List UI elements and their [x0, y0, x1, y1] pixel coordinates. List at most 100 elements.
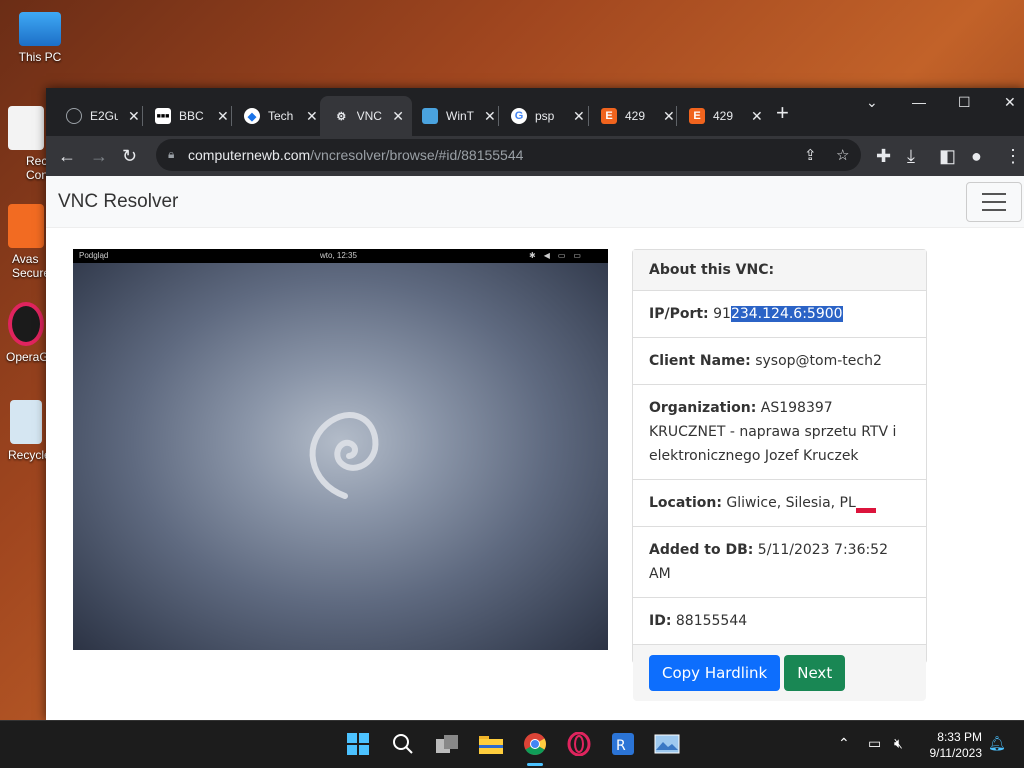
card-header: About this VNC:: [633, 250, 926, 291]
tab-429-2[interactable]: E 429 ✕: [675, 96, 771, 136]
poland-flag-icon: [855, 508, 876, 513]
close-icon[interactable]: ✕: [306, 108, 318, 125]
close-window-button[interactable]: ✕: [1004, 94, 1016, 111]
address-bar[interactable]: 🔒︎ computernewb.com/vncresolver/browse/#…: [156, 139, 861, 171]
chrome-icon[interactable]: [522, 731, 548, 757]
hamburger-line: [982, 201, 1006, 203]
id-row: ID: 88155544: [633, 598, 926, 645]
brand-link[interactable]: VNC Resolver: [58, 191, 178, 213]
close-icon[interactable]: ✕: [751, 108, 763, 125]
tab-e2gu[interactable]: E2Gu ✕: [52, 96, 148, 136]
organization-row: Organization: AS198397 KRUCZNET - napraw…: [633, 385, 926, 480]
browser-toolbar: ← → ↻ 🔒︎ computernewb.com/vncresolver/br…: [46, 136, 1024, 176]
close-icon[interactable]: ✕: [573, 108, 585, 125]
etsy-icon: E: [689, 108, 705, 124]
ip-port-selected-text: 234.124.6:5900: [730, 306, 843, 322]
volume-muted-icon[interactable]: 🔇︎: [894, 735, 903, 752]
lock-icon: 🔒︎: [168, 147, 175, 161]
vnc-panel-clock: wto, 12:35: [320, 251, 357, 260]
search-icon[interactable]: [390, 731, 416, 757]
ip-port-label: IP/Port:: [649, 306, 709, 322]
location-value: Gliwice, Silesia, PL: [726, 495, 856, 511]
tab-wint[interactable]: WinT ✕: [408, 96, 504, 136]
next-button[interactable]: Next: [784, 655, 846, 691]
start-windows-icon[interactable]: [345, 731, 371, 757]
taskbar-clock[interactable]: 8:33 PM 9/11/2023: [930, 729, 983, 761]
tab-title: psp: [535, 109, 555, 123]
web-page: VNC Resolver Podgląd wto, 12:35 ✱◀▭▭ Abo…: [46, 176, 1024, 720]
notification-bell-icon[interactable]: 🔔︎: [988, 735, 1006, 752]
reload-button[interactable]: ↻: [122, 146, 137, 166]
vnc-panel-left-label: Podgląd: [79, 251, 109, 260]
close-icon[interactable]: ✕: [217, 108, 229, 125]
remote-desktop-icon[interactable]: R: [610, 731, 636, 757]
share-icon[interactable]: ⇪: [804, 146, 817, 164]
vnc-icon: ⚙: [336, 110, 347, 123]
navbar: VNC Resolver: [46, 176, 1024, 228]
side-panel-icon[interactable]: ◧: [939, 146, 956, 166]
minimize-button[interactable]: —: [912, 94, 926, 110]
desktop-icon-label: This PC: [18, 50, 62, 64]
document-icon: [8, 106, 44, 150]
hamburger-line: [982, 193, 1006, 195]
close-icon[interactable]: ✕: [484, 108, 496, 125]
task-view-icon[interactable]: [434, 731, 460, 757]
tab-title: VNC: [356, 109, 382, 123]
monitor-icon: [19, 12, 61, 46]
tab-search-icon[interactable]: ⌄: [866, 94, 878, 111]
client-name-value: sysop@tom-tech2: [755, 353, 882, 369]
tab-vnc[interactable]: ⚙ VNC ✕: [320, 96, 412, 136]
tab-title: 429: [713, 109, 734, 123]
maximize-button[interactable]: ☐: [958, 94, 971, 111]
chevron-up-icon[interactable]: ⌃: [838, 735, 850, 752]
svg-text:R: R: [616, 738, 626, 754]
bookmark-star-icon[interactable]: ☆: [836, 146, 849, 164]
debian-swirl-logo: [309, 412, 379, 499]
vnc-top-panel: Podgląd wto, 12:35 ✱◀▭▭: [73, 249, 608, 263]
win-icon: [422, 108, 438, 124]
tab-title: Tech: [268, 109, 294, 123]
tab-429-1[interactable]: E 429 ✕: [587, 96, 683, 136]
vnc-screenshot: Podgląd wto, 12:35 ✱◀▭▭: [73, 249, 608, 650]
network-icon[interactable]: ▭: [868, 735, 881, 752]
photos-icon[interactable]: [654, 731, 680, 757]
tab-tech[interactable]: ◆ Tech ✕: [230, 96, 326, 136]
vnc-panel-status-icons: ✱◀▭▭: [529, 251, 589, 260]
navbar-toggler-button[interactable]: [966, 182, 1022, 222]
url-text[interactable]: computernewb.com/vncresolver/browse/#id/…: [188, 147, 523, 163]
close-icon[interactable]: ✕: [663, 108, 675, 125]
url-domain: computernewb.com: [188, 147, 311, 163]
back-button[interactable]: ←: [58, 146, 76, 166]
ip-port-prefix: 91: [713, 306, 731, 322]
avast-icon: [8, 204, 44, 248]
close-icon[interactable]: ✕: [392, 108, 404, 125]
tab-bbc[interactable]: ■■■ BBC ✕: [141, 96, 237, 136]
client-name-row: Client Name: sysop@tom-tech2: [633, 338, 926, 385]
tab-title: WinT: [446, 109, 474, 123]
card-footer: Copy Hardlink Next: [633, 645, 926, 701]
copy-hardlink-button[interactable]: Copy Hardlink: [649, 655, 781, 691]
vnc-info-card: About this VNC: IP/Port: 91234.124.6:590…: [632, 249, 927, 701]
location-row: Location: Gliwice, Silesia, PL: [633, 480, 926, 527]
new-tab-button[interactable]: +: [776, 102, 789, 124]
opera-gx-icon[interactable]: [566, 731, 592, 757]
added-to-db-row: Added to DB: 5/11/2023 7:36:52 AM: [633, 527, 926, 598]
forward-button[interactable]: →: [90, 146, 108, 166]
ip-port-row: IP/Port: 91234.124.6:5900: [633, 291, 926, 338]
close-icon[interactable]: ✕: [128, 108, 140, 125]
browser-window: E2Gu ✕ ■■■ BBC ✕ ◆ Tech ✕ ⚙ VNC ✕ WinT ✕…: [46, 88, 1024, 720]
download-icon[interactable]: ⤓: [907, 146, 915, 166]
location-label: Location:: [649, 495, 722, 511]
tech-icon: ◆: [244, 108, 260, 124]
profile-icon[interactable]: ●: [971, 146, 982, 166]
extensions-icon[interactable]: ✚: [876, 146, 891, 166]
tab-psp[interactable]: G psp ✕: [497, 96, 593, 136]
desktop-icon-this-pc[interactable]: This PC: [0, 10, 80, 64]
id-value: 88155544: [675, 613, 748, 629]
tab-title: BBC: [179, 109, 204, 123]
ip-port-value[interactable]: 91234.124.6:5900: [713, 306, 843, 322]
menu-icon[interactable]: ⋮: [1004, 146, 1022, 166]
opera-gx-icon: [8, 302, 44, 346]
etsy-icon: E: [601, 108, 617, 124]
file-explorer-icon[interactable]: [478, 731, 504, 757]
